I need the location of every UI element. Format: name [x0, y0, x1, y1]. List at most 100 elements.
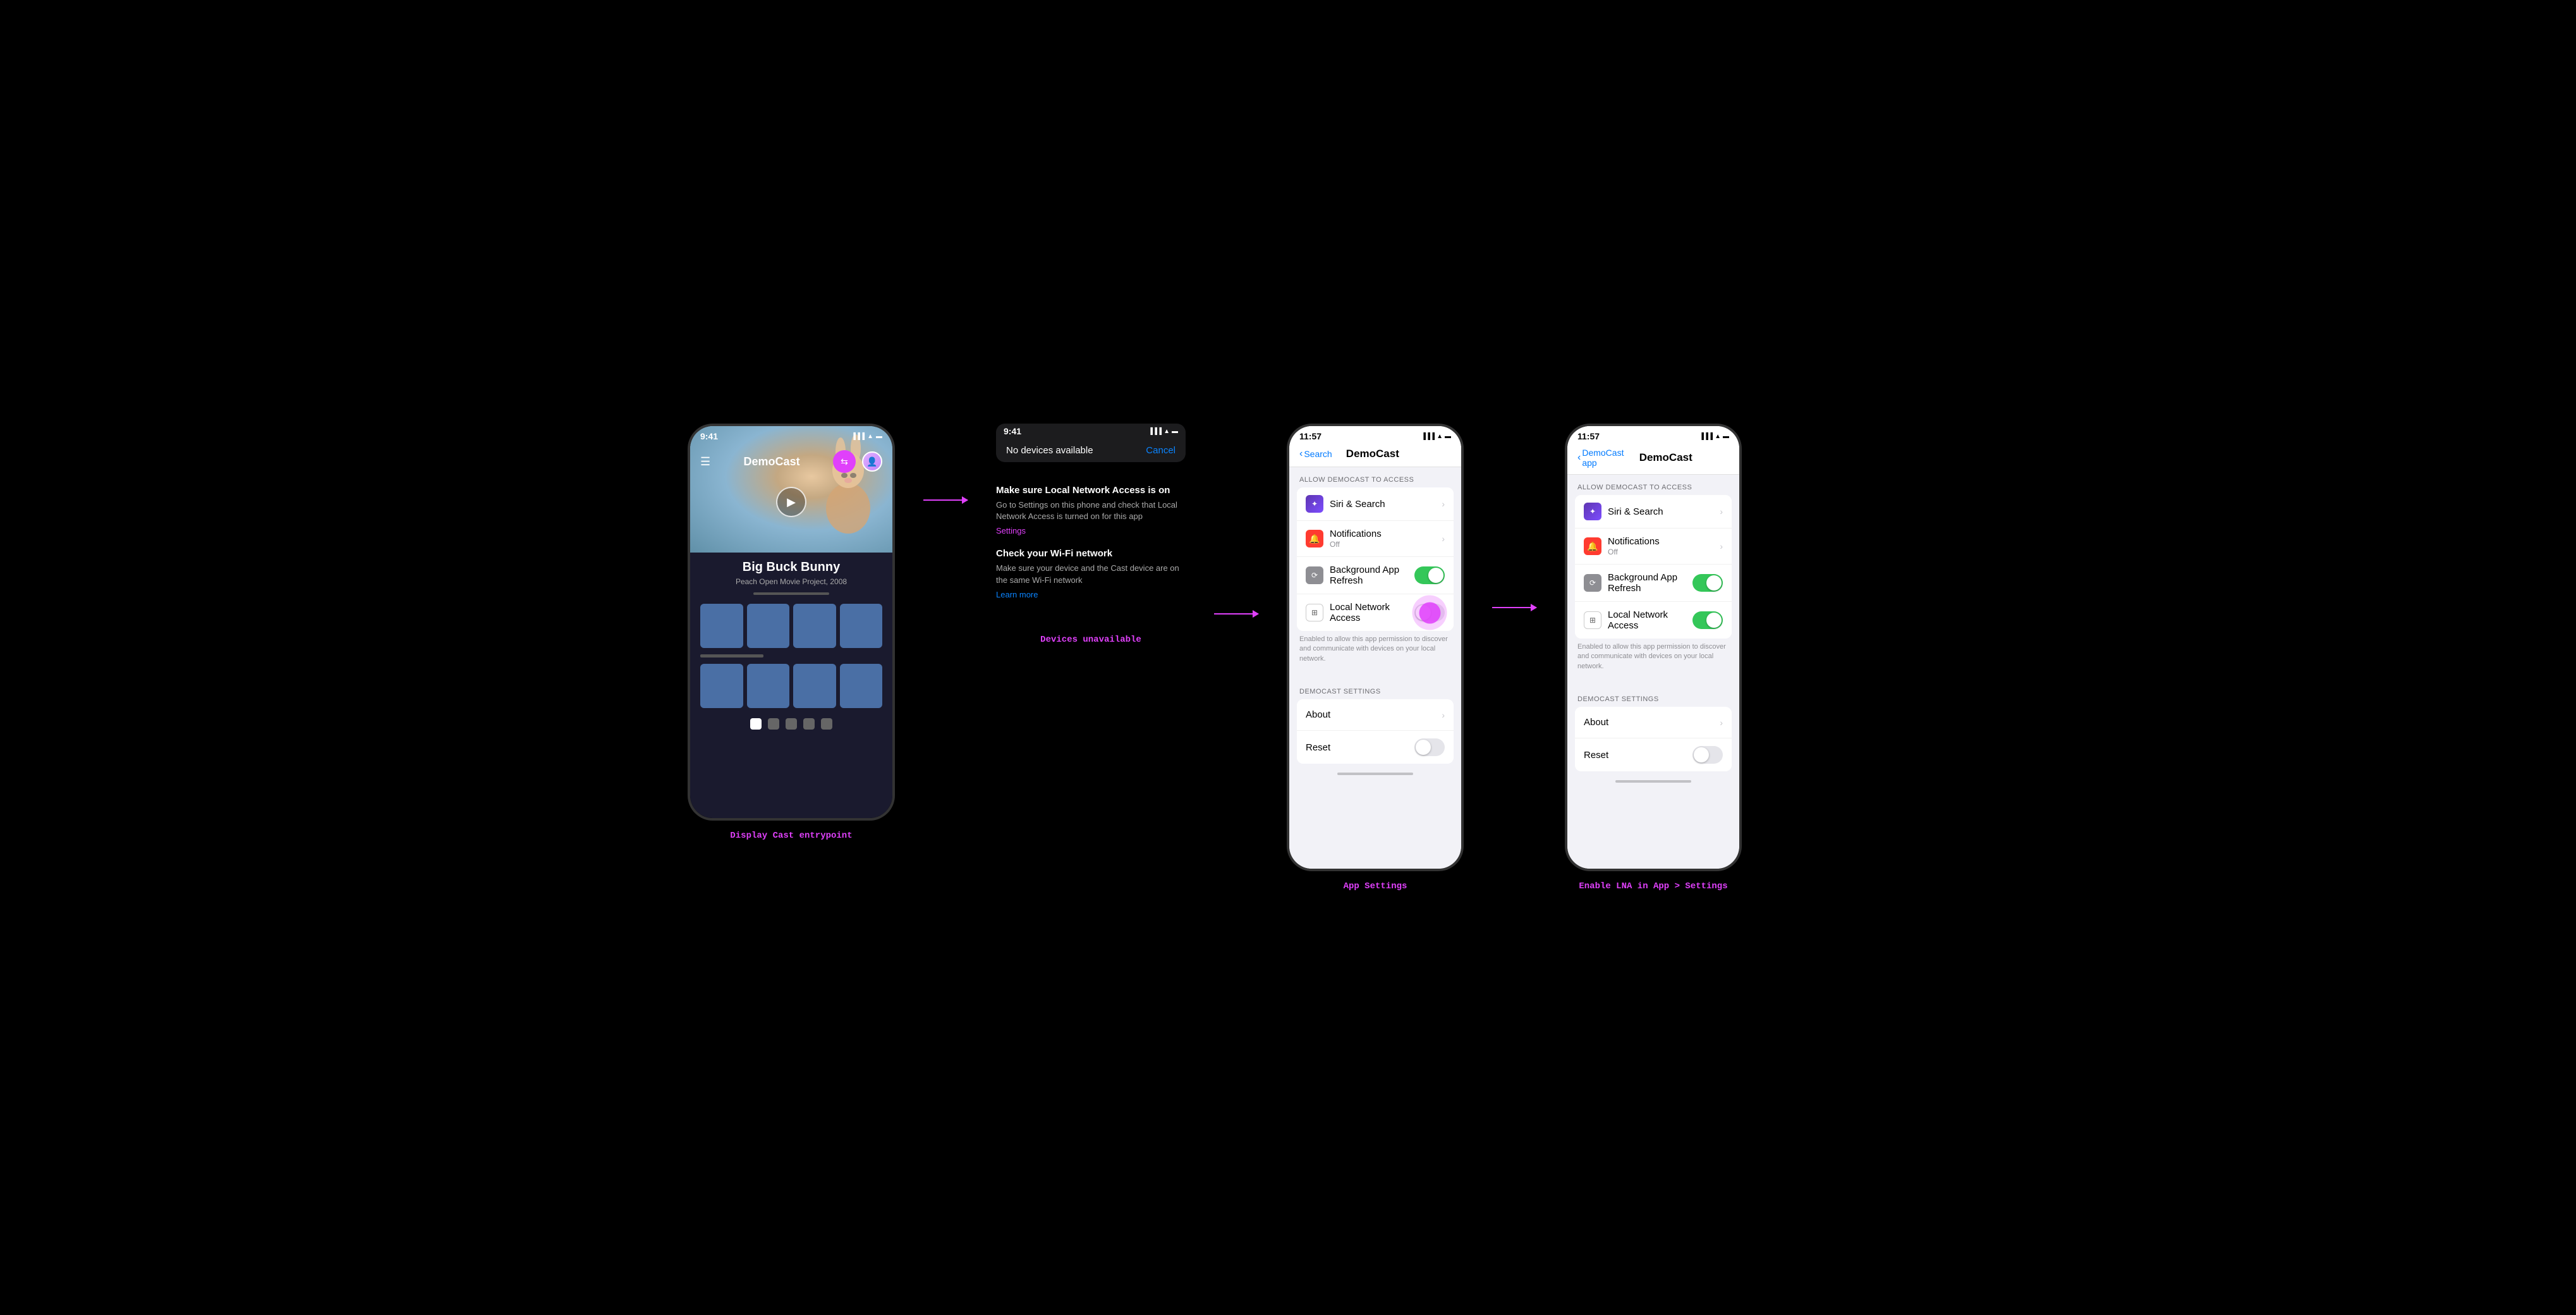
devices-label: Devices unavailable [1040, 635, 1141, 645]
ios-time-4: 11:57 [1577, 431, 1600, 441]
section-header-allow-4: ALLOW DEMOCAST TO ACCESS [1567, 475, 1739, 495]
siri-label-4: Siri & Search [1608, 506, 1717, 517]
lna-toggle-wrapper-3 [1414, 604, 1445, 621]
phone1-content: Big Buck Bunny Peach Open Movie Project,… [690, 553, 892, 743]
back-button-3[interactable]: ‹ Search [1299, 448, 1332, 460]
list-item-reset-4: Reset [1575, 738, 1732, 771]
movie-title: Big Buck Bunny [700, 560, 882, 575]
list-item-siri-3[interactable]: ✦ Siri & Search › [1297, 487, 1454, 521]
cast-button[interactable]: ⇆ [833, 450, 856, 473]
bgrefresh-label-3: Background App Refresh [1330, 565, 1414, 586]
list-item-about-3[interactable]: About › [1297, 699, 1454, 731]
list-item-bgrefresh-4: ⟳ Background App Refresh [1575, 565, 1732, 602]
thumbnail-4 [840, 604, 883, 648]
back-label-3: Search [1304, 449, 1332, 459]
thumbnail-7 [793, 664, 836, 708]
lna-label-3: Local Network Access [1330, 602, 1414, 623]
header-action-icons: ⇆ 👤 [833, 450, 882, 473]
reset-toggle-3[interactable] [1414, 738, 1445, 756]
list-item-siri-4[interactable]: ✦ Siri & Search › [1575, 495, 1732, 529]
bgrefresh-toggle-knob-3 [1428, 568, 1443, 583]
column-devices: 9:41 ▐▐▐ ▲ ▬ No devices available Cancel… [996, 424, 1186, 645]
siri-icon-3: ✦ [1306, 495, 1323, 513]
democast-section-header-3: DEMOCAST SETTINGS [1289, 679, 1461, 699]
ios-screen-3: 11:57 ▐▐▐ ▲ ▬ ‹ Search DemoCast [1289, 426, 1461, 869]
ts-wifi-body: Make sure your device and the Cast devic… [996, 563, 1186, 585]
ios-status-3: 11:57 ▐▐▐ ▲ ▬ [1289, 426, 1461, 444]
reset-text-3: Reset [1306, 742, 1414, 753]
page-dot-4 [803, 718, 815, 730]
ios-settings-screen-4: 11:57 ▐▐▐ ▲ ▬ ‹ DemoCast app DemoCast [1565, 424, 1742, 871]
profile-button[interactable]: 👤 [862, 451, 882, 472]
about-chevron-3: › [1442, 710, 1445, 720]
notifications-icon-3: 🔔 [1306, 530, 1323, 547]
phone1-time: 9:41 [700, 431, 718, 441]
popup-status-bar: 9:41 ▐▐▐ ▲ ▬ [996, 424, 1186, 439]
notifications-sublabel-3: Off [1330, 540, 1439, 549]
column-phone1: 9:41 ▐▐▐ ▲ ▬ ☰ DemoCast ⇆ 👤 [688, 424, 895, 841]
phone1-status-icons: ▐▐▐ ▲ ▬ [851, 433, 882, 440]
phone1-app-header: ☰ DemoCast ⇆ 👤 [690, 445, 892, 478]
thumbnail-3 [793, 604, 836, 648]
phone1-label: Display Cast entrypoint [730, 831, 852, 841]
movie-subtitle: Peach Open Movie Project, 2008 [700, 577, 882, 586]
thumbnail-5 [700, 664, 743, 708]
list-item-notifications-4[interactable]: 🔔 Notifications Off › [1575, 529, 1732, 565]
menu-icon[interactable]: ☰ [700, 455, 710, 468]
progress-bar [753, 592, 829, 595]
column-app-settings: 11:57 ▐▐▐ ▲ ▬ ‹ Search DemoCast [1287, 424, 1464, 891]
reset-toggle-4[interactable] [1692, 746, 1723, 764]
cancel-button[interactable]: Cancel [1146, 445, 1176, 456]
siri-chevron-4: › [1720, 506, 1723, 517]
ts-lna-body: Go to Settings on this phone and check t… [996, 499, 1186, 522]
arrow-line-2 [1214, 613, 1258, 615]
ios-screen-4: 11:57 ▐▐▐ ▲ ▬ ‹ DemoCast app DemoCast [1567, 426, 1739, 869]
reset-toggle-knob-3 [1416, 740, 1431, 755]
lna-toggle-4[interactable] [1692, 611, 1723, 629]
about-label-4: About [1584, 717, 1717, 728]
ios-time-3: 11:57 [1299, 431, 1321, 441]
about-text-3: About [1306, 709, 1439, 720]
democast-settings-section-4: DEMOCAST SETTINGS About › Reset [1567, 680, 1739, 771]
democast-list-group-3: About › Reset [1297, 699, 1454, 764]
lna-toggle-3[interactable] [1414, 604, 1445, 621]
arrow-1 [920, 499, 971, 501]
play-button[interactable]: ▶ [776, 487, 806, 517]
reset-label-4: Reset [1584, 750, 1692, 761]
notifications-sublabel-4: Off [1608, 547, 1717, 556]
popup-time: 9:41 [1004, 426, 1021, 436]
page-dot-3 [786, 718, 797, 730]
siri-icon-4: ✦ [1584, 503, 1601, 520]
siri-chevron-3: › [1442, 499, 1445, 509]
section-divider [700, 654, 763, 658]
thumbnail-1 [700, 604, 743, 648]
popup-title: No devices available [1006, 445, 1093, 456]
bgrefresh-text-4: Background App Refresh [1608, 572, 1692, 594]
bgrefresh-toggle-4[interactable] [1692, 574, 1723, 592]
home-indicator-3 [1337, 773, 1413, 775]
democast-list-group-4: About › Reset [1575, 707, 1732, 771]
lna-text-4: Local Network Access [1608, 609, 1692, 631]
app-settings-label: App Settings [1344, 881, 1407, 891]
popup-battery-icon: ▬ [1172, 428, 1178, 435]
bgrefresh-toggle-3[interactable] [1414, 566, 1445, 584]
siri-text-4: Siri & Search [1608, 506, 1717, 517]
signal-icon: ▐▐▐ [851, 433, 865, 440]
lna-icon-3: ⊞ [1306, 604, 1323, 621]
ios-battery-icon-4: ▬ [1723, 433, 1729, 440]
back-button-4[interactable]: ‹ DemoCast app [1577, 448, 1639, 468]
list-item-about-4[interactable]: About › [1575, 707, 1732, 738]
page-dot-5 [821, 718, 832, 730]
list-item-bgrefresh-3: ⟳ Background App Refresh [1297, 557, 1454, 594]
thumbnails-row-1 [700, 604, 882, 648]
page-dot-2 [768, 718, 779, 730]
ios-status-icons-4: ▐▐▐ ▲ ▬ [1699, 433, 1729, 440]
lna-toggle-knob-4 [1706, 613, 1722, 628]
enable-lna-label: Enable LNA in App > Settings [1579, 881, 1727, 891]
popup-header: No devices available Cancel [996, 439, 1186, 462]
settings-link[interactable]: Settings [996, 526, 1186, 535]
list-item-notifications-3[interactable]: 🔔 Notifications Off › [1297, 521, 1454, 557]
notifications-chevron-3: › [1442, 534, 1445, 544]
learn-more-link[interactable]: Learn more [996, 590, 1186, 599]
notifications-label-4: Notifications [1608, 536, 1717, 547]
